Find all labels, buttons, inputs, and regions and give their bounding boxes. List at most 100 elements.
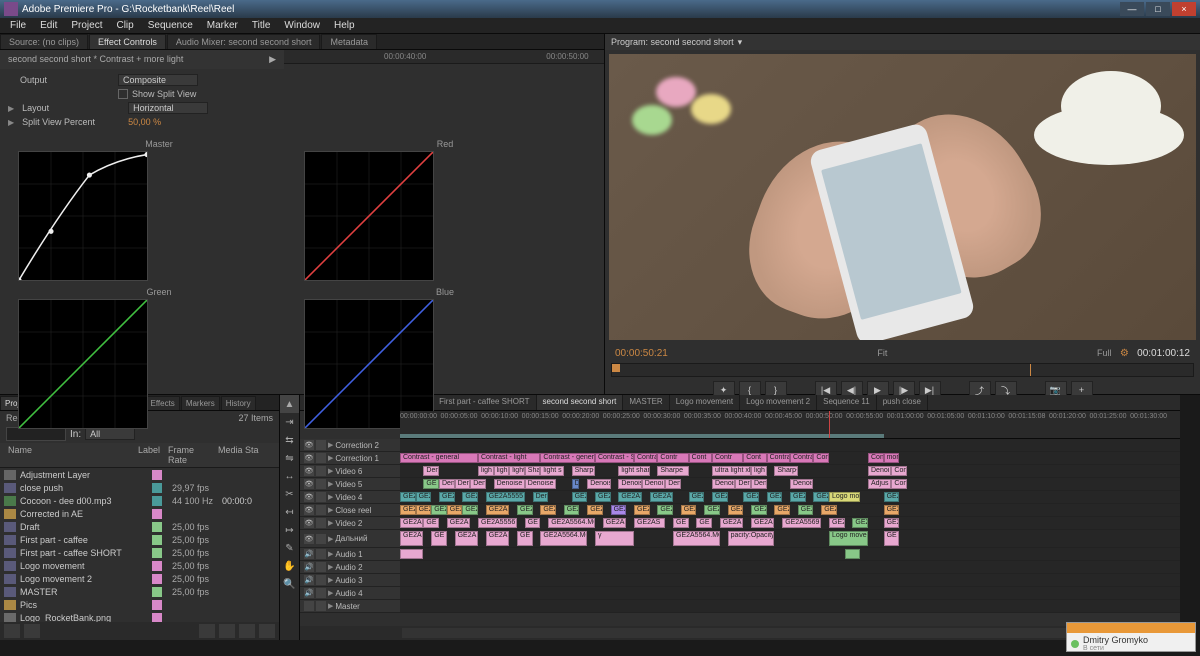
track-header[interactable]: 👁▶Correction 1: [300, 452, 400, 464]
track-header[interactable]: 👁▶Correction 2: [300, 439, 400, 451]
zoom-tool[interactable]: 🔍: [280, 575, 299, 593]
project-item[interactable]: close push29,97 fps: [0, 481, 279, 494]
minimize-button[interactable]: —: [1120, 2, 1144, 16]
track-toggle[interactable]: 👁: [304, 440, 314, 450]
zoom-slider[interactable]: [402, 628, 1178, 638]
timeline-playhead[interactable]: [829, 411, 830, 438]
sequence-tab[interactable]: Logo movement: [670, 395, 740, 410]
timeline-clip[interactable]: Denoise: [587, 479, 610, 489]
timeline-clip[interactable]: GE2A: [564, 505, 580, 515]
chevron-right-icon[interactable]: ▶: [269, 54, 276, 65]
slide-tool[interactable]: ↦: [280, 521, 299, 539]
col-label[interactable]: Label: [134, 445, 164, 465]
menu-project[interactable]: Project: [65, 19, 108, 32]
timeline-clip[interactable]: Contrast - general: [400, 453, 478, 463]
curve-green[interactable]: [18, 299, 148, 429]
timeline-clip[interactable]: GE2A: [400, 505, 416, 515]
project-item[interactable]: First part - caffee SHORT25,00 fps: [0, 546, 279, 559]
track-toggle[interactable]: 👁: [304, 505, 314, 515]
timeline-clip[interactable]: GE2A: [416, 492, 432, 502]
timeline-clip[interactable]: Denoise: [790, 479, 813, 489]
program-scrubber[interactable]: [611, 363, 1194, 377]
list-view-button[interactable]: [4, 624, 20, 638]
settings-icon[interactable]: ⚙: [1120, 348, 1129, 359]
timeline-clip[interactable]: light: [509, 466, 525, 476]
project-item[interactable]: Cocoon - dee d00.mp344 100 Hz00:00:0: [0, 494, 279, 507]
track-lane[interactable]: GE2AGE2AGE2AGE2AGE2A5555DenoGE2AGE2AGE2A…: [400, 491, 1180, 503]
timeline-clip[interactable]: light sharp: [618, 466, 649, 476]
rolling-edit-tool[interactable]: ⇋: [280, 449, 299, 467]
track-toggle[interactable]: 👁: [304, 479, 314, 489]
track-toggle[interactable]: 👁: [304, 534, 314, 544]
timeline-clip[interactable]: GE2A: [462, 505, 478, 515]
timeline-clip[interactable]: GE2A: [712, 492, 728, 502]
track-header[interactable]: 🔊▶Audio 3: [300, 574, 400, 586]
project-item[interactable]: Corrected in AE: [0, 507, 279, 520]
label-swatch[interactable]: [152, 600, 162, 610]
sequence-tab[interactable]: push close: [877, 395, 928, 410]
timeline-clip[interactable]: Contr: [657, 453, 688, 463]
timeline-clip[interactable]: GE2A: [829, 518, 845, 528]
timeline-clip[interactable]: GE2A5564.MOV: [548, 518, 595, 528]
timeline-clip[interactable]: GE: [696, 518, 712, 528]
timeline-clip[interactable]: GE2A: [884, 518, 900, 528]
timeline-clip[interactable]: Sharp-t: [774, 466, 797, 476]
timeline-clip[interactable]: GE2A: [595, 492, 611, 502]
menu-title[interactable]: Title: [246, 19, 277, 32]
timeline-clip[interactable]: GE: [673, 518, 689, 528]
timeline-clip[interactable]: GE2AS: [634, 518, 665, 528]
track-lock[interactable]: [316, 549, 326, 559]
expand-icon[interactable]: ▶: [328, 480, 333, 488]
timeline-clip[interactable]: GE2A: [439, 492, 455, 502]
track-toggle[interactable]: 👁: [304, 453, 314, 463]
timeline-clip[interactable]: GE2A: [767, 492, 783, 502]
label-swatch[interactable]: [152, 483, 162, 493]
program-fit-dropdown[interactable]: Fit: [877, 348, 887, 359]
expand-icon[interactable]: ▶: [328, 493, 333, 501]
expand-icon[interactable]: ▶: [328, 454, 333, 462]
project-item[interactable]: Logo movement 225,00 fps: [0, 572, 279, 585]
timeline-clip[interactable]: Denoise: [525, 479, 556, 489]
expand-icon[interactable]: ▶: [8, 104, 14, 113]
timeline-clip[interactable]: GE2A5569.M: [782, 518, 821, 528]
timeline-clip[interactable]: Contra: [790, 453, 813, 463]
timeline-clip[interactable]: Contrast - S: [634, 453, 657, 463]
curve-master[interactable]: [18, 151, 148, 281]
expand-icon[interactable]: ▶: [8, 118, 14, 127]
timeline-clip[interactable]: GE2A: [689, 492, 705, 502]
expand-icon[interactable]: ▶: [328, 550, 333, 558]
label-swatch[interactable]: [152, 522, 162, 532]
track-toggle[interactable]: [304, 601, 314, 611]
program-video[interactable]: [609, 54, 1196, 340]
timeline-clip[interactable]: Contra: [813, 453, 829, 463]
close-button[interactable]: ×: [1172, 2, 1196, 16]
track-lock[interactable]: [316, 505, 326, 515]
track-lock[interactable]: [316, 466, 326, 476]
tab-effect-controls[interactable]: Effect Controls: [89, 34, 166, 49]
timeline-clip[interactable]: GE2A5564.MOV: [540, 531, 587, 546]
timeline-clip[interactable]: GE2AS: [447, 518, 470, 528]
pen-tool[interactable]: ✎: [280, 539, 299, 557]
timeline-clip[interactable]: GE2A: [720, 518, 743, 528]
menu-sequence[interactable]: Sequence: [142, 19, 199, 32]
track-toggle[interactable]: 🔊: [304, 562, 314, 572]
track-lane[interactable]: [400, 587, 1180, 599]
track-toggle[interactable]: 🔊: [304, 588, 314, 598]
timeline-clip[interactable]: Contrast - S: [595, 453, 634, 463]
expand-icon[interactable]: ▶: [328, 519, 333, 527]
timeline-clip[interactable]: GE2A: [540, 505, 556, 515]
timeline-clip[interactable]: GE2ASS5: [486, 505, 509, 515]
col-fps[interactable]: Frame Rate: [164, 445, 214, 465]
timeline-clip[interactable]: GE2A: [884, 505, 900, 515]
timeline-clip[interactable]: Cont: [689, 453, 712, 463]
timeline-clip[interactable]: Sharpe: [657, 466, 688, 476]
hand-tool[interactable]: ✋: [280, 557, 299, 575]
timeline-clip[interactable]: Logo moveme: [829, 492, 860, 502]
timeline-clip[interactable]: GE2A: [813, 492, 829, 502]
label-swatch[interactable]: [152, 535, 162, 545]
timeline-clip[interactable]: GE2A5564.MOV: [673, 531, 720, 546]
track-lane[interactable]: GEDenoDenoDenoDenoiseDenoiseDDenoiseDeno…: [400, 478, 1180, 490]
label-swatch[interactable]: [152, 561, 162, 571]
track-lane[interactable]: GE2ASGEGE2ASGE2A5556GEGE2A5564.MOVGE2ASG…: [400, 517, 1180, 529]
timeline-clip[interactable]: Deno: [455, 479, 471, 489]
